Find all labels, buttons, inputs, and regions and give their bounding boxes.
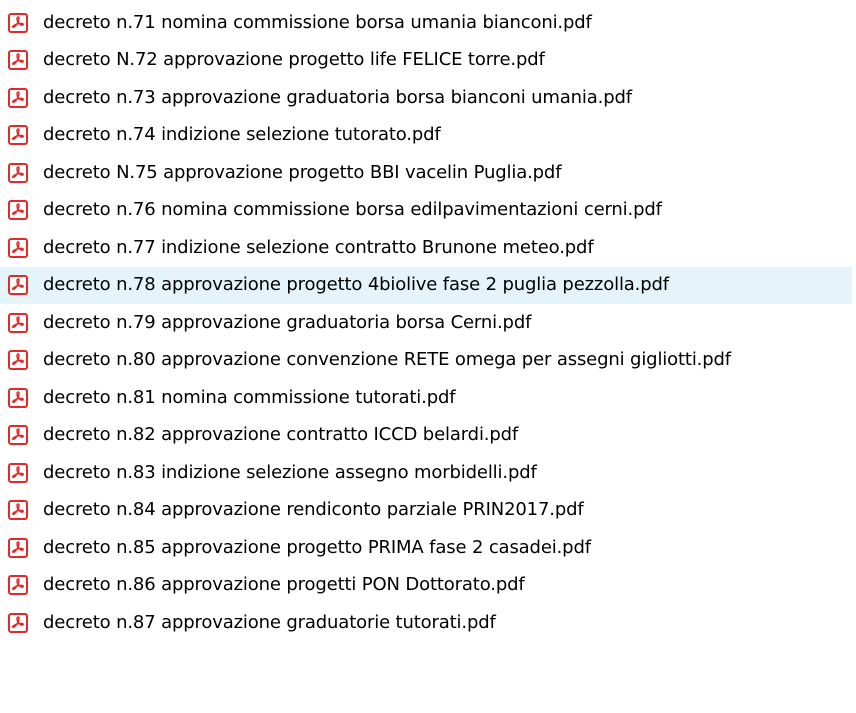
file-row-10[interactable]: decreto n.80 approvazione convenzione RE…: [0, 342, 856, 380]
file-name: decreto n.86 approvazione progetti PON D…: [43, 574, 525, 596]
file-name: decreto n.74 indizione selezione tutorat…: [43, 124, 441, 146]
file-name: decreto n.73 approvazione graduatoria bo…: [43, 86, 632, 108]
file-name: decreto n.87 approvazione graduatorie tu…: [43, 611, 496, 633]
pdf-file-icon: [8, 275, 28, 296]
pdf-file-icon: [8, 462, 28, 483]
file-name: decreto n.83 indizione selezione assegno…: [43, 461, 537, 483]
file-row-13[interactable]: decreto n.83 indizione selezione assegno…: [0, 454, 856, 492]
file-row-3[interactable]: decreto n.73 approvazione graduatoria bo…: [0, 79, 856, 117]
file-row-8[interactable]: decreto n.78 approvazione progetto 4biol…: [0, 266, 852, 304]
pdf-file-icon: [8, 425, 28, 446]
file-row-5[interactable]: decreto N.75 approvazione progetto BBI v…: [0, 154, 856, 192]
pdf-file-icon: [8, 125, 28, 146]
file-name: decreto n.82 approvazione contratto ICCD…: [43, 424, 519, 446]
file-row-14[interactable]: decreto n.84 approvazione rendiconto par…: [0, 492, 856, 530]
file-name: decreto n.81 nomina commissione tutorati…: [43, 386, 456, 408]
file-name: decreto n.84 approvazione rendiconto par…: [43, 499, 584, 521]
pdf-file-icon: [8, 200, 28, 221]
pdf-file-icon: [8, 575, 28, 596]
file-name: decreto n.76 nomina commissione borsa ed…: [43, 199, 662, 221]
pdf-file-icon: [8, 87, 28, 108]
pdf-file-icon: [8, 237, 28, 258]
pdf-file-icon: [8, 50, 28, 71]
pdf-file-icon: [8, 12, 28, 33]
file-name: decreto n.78 approvazione progetto 4biol…: [43, 274, 669, 296]
pdf-file-icon: [8, 350, 28, 371]
pdf-file-icon: [8, 612, 28, 633]
file-name: decreto N.75 approvazione progetto BBI v…: [43, 161, 562, 183]
pdf-file-icon: [8, 387, 28, 408]
file-name: decreto n.77 indizione selezione contrat…: [43, 236, 594, 258]
file-row-16[interactable]: decreto n.86 approvazione progetti PON D…: [0, 567, 856, 605]
pdf-file-icon: [8, 537, 28, 558]
file-row-6[interactable]: decreto n.76 nomina commissione borsa ed…: [0, 192, 856, 230]
file-list: decreto n.71 nomina commissione borsa um…: [0, 0, 856, 713]
file-row-15[interactable]: decreto n.85 approvazione progetto PRIMA…: [0, 529, 856, 567]
file-name: decreto n.71 nomina commissione borsa um…: [43, 11, 592, 33]
pdf-file-icon: [8, 162, 28, 183]
pdf-file-icon: [8, 500, 28, 521]
file-row-17[interactable]: decreto n.87 approvazione graduatorie tu…: [0, 604, 856, 642]
pdf-file-icon: [8, 312, 28, 333]
file-name: decreto N.72 approvazione progetto life …: [43, 49, 545, 71]
file-name: decreto n.85 approvazione progetto PRIMA…: [43, 536, 591, 558]
file-name: decreto n.79 approvazione graduatoria bo…: [43, 311, 532, 333]
file-row-1[interactable]: decreto n.71 nomina commissione borsa um…: [0, 4, 856, 42]
file-row-2[interactable]: decreto N.72 approvazione progetto life …: [0, 42, 856, 80]
file-row-12[interactable]: decreto n.82 approvazione contratto ICCD…: [0, 417, 856, 455]
file-row-11[interactable]: decreto n.81 nomina commissione tutorati…: [0, 379, 856, 417]
file-name: decreto n.80 approvazione convenzione RE…: [43, 349, 731, 371]
file-row-4[interactable]: decreto n.74 indizione selezione tutorat…: [0, 117, 856, 155]
file-row-9[interactable]: decreto n.79 approvazione graduatoria bo…: [0, 304, 856, 342]
file-row-7[interactable]: decreto n.77 indizione selezione contrat…: [0, 229, 856, 267]
